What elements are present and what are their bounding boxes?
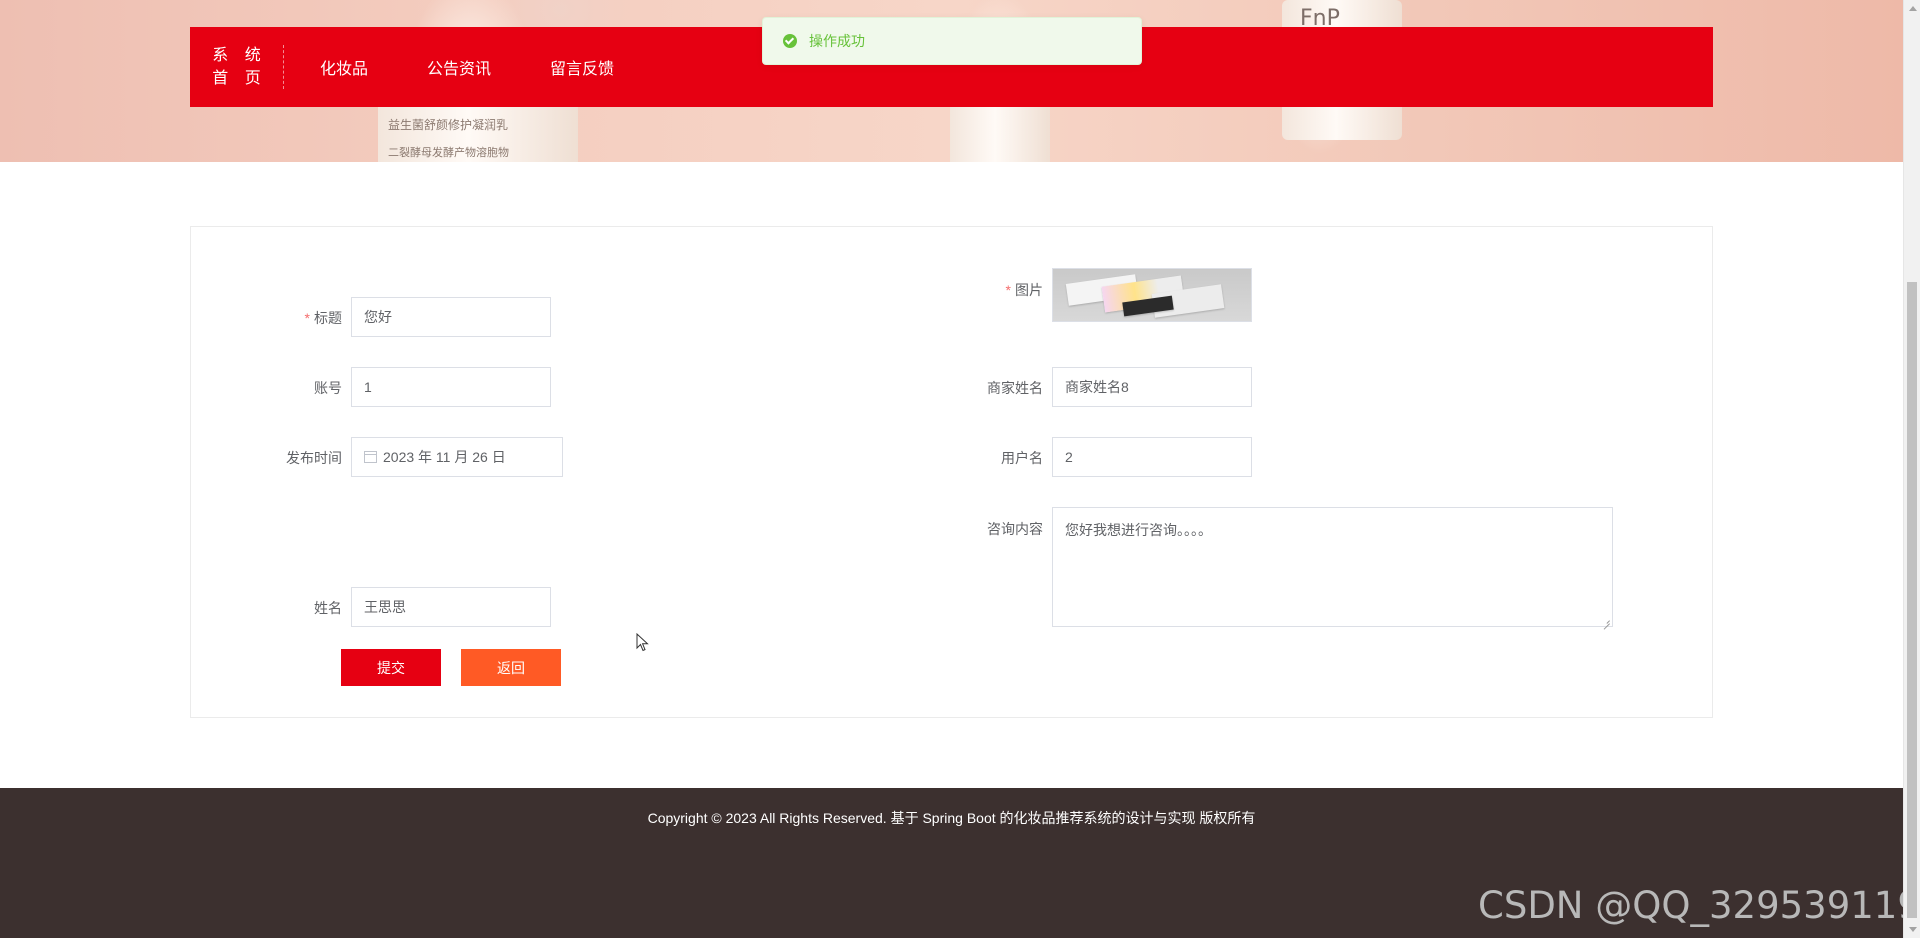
merchant-name-input[interactable]: 商家姓名8 xyxy=(1052,367,1252,407)
title-label: * 标题 xyxy=(304,310,342,326)
toast-message: 操作成功 xyxy=(809,33,865,49)
nav-item-feedback[interactable]: 留言反馈 xyxy=(550,55,614,79)
mouse-cursor-icon xyxy=(636,633,649,652)
calendar-icon xyxy=(364,451,377,463)
account-input[interactable]: 1 xyxy=(351,367,551,407)
nav-home-link[interactable]: 系 统 首 页 xyxy=(190,45,284,89)
content-value: 您好我想进行咨询。。。。 xyxy=(1065,522,1212,538)
image-preview[interactable] xyxy=(1052,268,1252,322)
required-asterisk: * xyxy=(1005,282,1011,298)
submit-button[interactable]: 提交 xyxy=(341,649,441,686)
username-label: 用户名 xyxy=(1001,450,1043,466)
page-scrollbar[interactable] xyxy=(1903,0,1920,938)
content-label: 咨询内容 xyxy=(987,521,1043,537)
title-input[interactable]: 您好 xyxy=(351,297,551,337)
publish-time-value: 2023 年 11 月 26 日 xyxy=(383,449,506,465)
publish-time-label: 发布时间 xyxy=(286,450,342,466)
name-label: 姓名 xyxy=(314,600,342,616)
username-input[interactable]: 2 xyxy=(1052,437,1252,477)
success-toast: 操作成功 xyxy=(762,17,1142,65)
csdn-watermark: CSDN @QQ_3295391197 xyxy=(1478,884,1920,927)
scroll-down-arrow-icon[interactable] xyxy=(1904,921,1920,938)
required-asterisk: * xyxy=(304,310,310,326)
scrollbar-thumb[interactable] xyxy=(1907,282,1917,918)
nav-item-cosmetics[interactable]: 化妆品 xyxy=(320,55,368,79)
content-textarea[interactable]: 您好我想进行咨询。。。。 xyxy=(1052,507,1613,627)
nav-home-line: 系 统 xyxy=(212,47,267,64)
name-input[interactable]: 王思思 xyxy=(351,587,551,627)
scroll-up-arrow-icon[interactable] xyxy=(1904,0,1920,17)
publish-time-date-picker[interactable]: 2023 年 11 月 26 日 xyxy=(351,437,563,477)
banner-bottle xyxy=(950,100,1050,162)
nav-item-announcements[interactable]: 公告资讯 xyxy=(427,55,491,79)
success-check-icon xyxy=(783,34,797,48)
image-label: * 图片 xyxy=(1005,282,1043,298)
banner-bottle-text: 益生菌舒颜修护凝润乳 xyxy=(388,118,509,132)
merchant-name-label: 商家姓名 xyxy=(987,380,1043,396)
nav-home-line: 首 页 xyxy=(212,70,267,87)
footer-copyright: Copyright © 2023 All Rights Reserved. 基于… xyxy=(647,810,1256,826)
back-button[interactable]: 返回 xyxy=(461,649,561,686)
banner-bottle-text: 二裂酵母发酵产物溶胞物 xyxy=(388,146,509,159)
resize-handle-icon[interactable] xyxy=(1602,616,1610,624)
account-label: 账号 xyxy=(314,380,342,396)
